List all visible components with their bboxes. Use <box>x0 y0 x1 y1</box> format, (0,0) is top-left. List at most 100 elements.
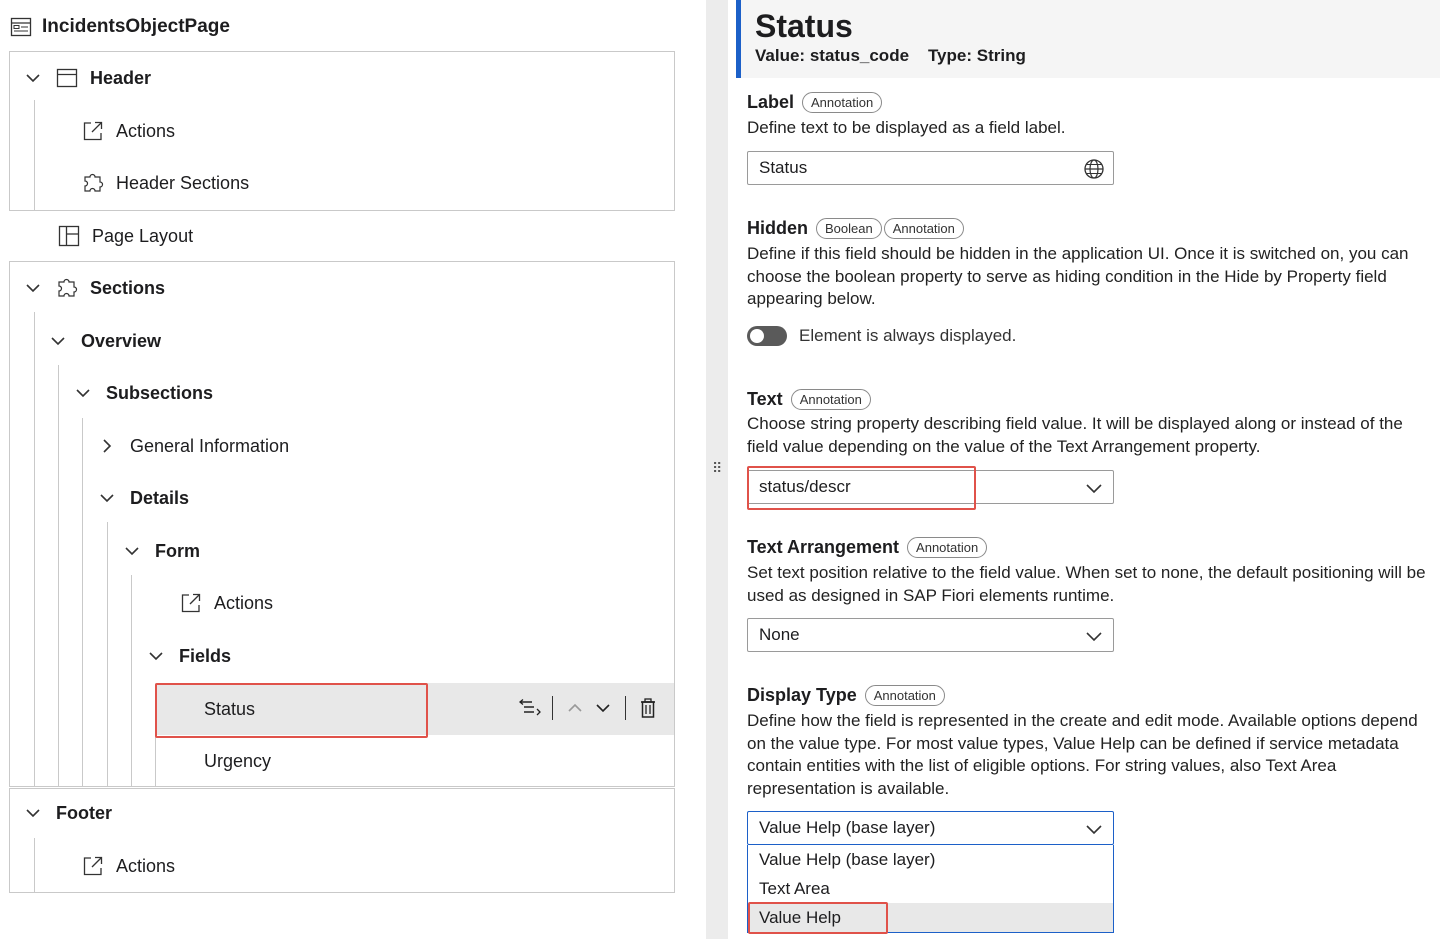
display-type-value: Value Help (base layer) <box>759 818 936 837</box>
tree-node-label: Fields <box>179 645 232 666</box>
tree-node-fields[interactable]: Fields <box>147 631 231 681</box>
hidden-description: Define if this field should be hidden in… <box>747 244 1409 308</box>
chevron-down-icon[interactable] <box>1083 625 1105 647</box>
chevron-down-icon[interactable] <box>1083 818 1105 840</box>
text-arrangement-icon[interactable] <box>516 694 544 722</box>
type-label: Type: <box>927 46 973 65</box>
text-arrangement-description: Set text position relative to the field … <box>747 563 1426 605</box>
tree-node-footer-actions[interactable]: Actions <box>82 841 175 891</box>
label-section-title: Label Annotation <box>747 92 883 113</box>
section-title-text: Text Arrangement <box>747 537 900 557</box>
chevron-down-icon[interactable] <box>24 279 42 297</box>
puzzle-icon <box>84 173 104 192</box>
tree-node-page-layout[interactable]: Page Layout <box>58 211 193 261</box>
tree-node-label: Actions <box>116 120 176 141</box>
tree-node-label: Header Sections <box>116 172 250 193</box>
trash-icon[interactable] <box>634 694 662 722</box>
tree-node-header-actions[interactable]: Actions <box>82 106 175 156</box>
tree-node-sections[interactable]: Sections <box>24 263 165 313</box>
display-type-section-title: Display Type Annotation <box>747 685 945 706</box>
chevron-down-icon[interactable] <box>147 647 165 665</box>
hidden-toggle-label: Element is always displayed. <box>799 326 1017 345</box>
drag-handle-icon[interactable]: ⠿ <box>712 460 722 477</box>
external-link-icon <box>83 856 103 876</box>
annotation-badge: Annotation <box>790 389 871 410</box>
annotation-badge: Annotation <box>864 685 945 706</box>
tree-node-form[interactable]: Form <box>123 526 200 576</box>
external-link-icon <box>83 121 103 141</box>
label-description: Define text to be displayed as a field l… <box>747 118 1066 137</box>
section-title-text: Display Type <box>747 685 857 705</box>
display-type-select[interactable]: Value Help (base layer) <box>747 811 1114 845</box>
toolbar-separator <box>625 696 626 720</box>
boolean-badge: Boolean <box>816 218 882 239</box>
highlight-box <box>747 466 976 510</box>
puzzle-icon <box>58 278 78 297</box>
globe-icon[interactable] <box>1083 158 1105 180</box>
property-panel: Status Value: status_code Type: String L… <box>728 0 1440 939</box>
chevron-down-icon[interactable] <box>24 69 42 87</box>
section-title-text: Hidden <box>747 218 808 238</box>
external-link-icon <box>181 593 201 613</box>
property-meta: Value: status_code Type: String <box>755 46 1026 66</box>
dropdown-option[interactable]: Text Area <box>748 874 1113 903</box>
tree-node-subsections[interactable]: Subsections <box>74 368 213 418</box>
move-down-icon[interactable] <box>589 694 617 722</box>
text-arrangement-section-title: Text Arrangement Annotation <box>747 537 988 558</box>
highlight-box <box>155 683 428 738</box>
row-toolbar <box>516 694 662 722</box>
tree-node-label: Form <box>155 540 200 561</box>
layout-icon <box>58 225 80 247</box>
chevron-down-icon[interactable] <box>49 332 67 350</box>
text-section-title: Text Annotation <box>747 389 871 410</box>
chevron-down-icon[interactable] <box>74 384 92 402</box>
outline-tree-panel: IncidentsObjectPage Header Actions Heade… <box>0 0 690 939</box>
dropdown-option[interactable]: Value Help (base layer) <box>748 845 1113 874</box>
toolbar-separator <box>552 696 553 720</box>
page-title: IncidentsObjectPage <box>10 12 230 42</box>
header-icon <box>56 68 78 88</box>
chevron-down-icon[interactable] <box>1083 477 1105 499</box>
section-title-text: Text <box>747 389 783 409</box>
tree-node-label: Header <box>90 67 152 88</box>
tree-node-header[interactable]: Header <box>24 53 151 103</box>
tree-node-label: Subsections <box>106 382 214 403</box>
tree-node-general-information[interactable]: General Information <box>98 421 289 471</box>
tree-node-label: Details <box>130 487 190 508</box>
tree-node-label: Footer <box>56 802 112 823</box>
chevron-down-icon[interactable] <box>24 804 42 822</box>
chevron-right-icon[interactable] <box>98 437 116 455</box>
tree-node-label: Urgency <box>204 750 272 771</box>
move-up-icon[interactable] <box>561 694 589 722</box>
tree-node-label: Page Layout <box>92 225 194 246</box>
label-input[interactable]: Status <box>747 151 1114 185</box>
page-title-label: IncidentsObjectPage <box>42 16 230 37</box>
tree-node-label: General Information <box>130 435 290 456</box>
value-label: Value: <box>755 46 806 65</box>
tree-node-label: Sections <box>90 277 166 298</box>
tree-node-form-actions[interactable]: Actions <box>180 578 273 628</box>
property-title: Status <box>755 8 853 44</box>
type-text: String <box>976 46 1026 65</box>
tree-node-details[interactable]: Details <box>98 473 189 523</box>
annotation-badge: Annotation <box>802 92 883 113</box>
tree-node-label: Actions <box>214 592 274 613</box>
tree-node-overview[interactable]: Overview <box>49 316 161 366</box>
hidden-section-title: Hidden Boolean Annotation <box>747 218 964 239</box>
display-type-description: Define how the field is represented in t… <box>747 711 1418 798</box>
hidden-toggle[interactable] <box>747 326 787 346</box>
text-arrangement-value: None <box>759 625 800 644</box>
tree-node-label: Overview <box>81 330 162 351</box>
chevron-down-icon[interactable] <box>98 489 116 507</box>
section-title-text: Label <box>747 92 795 112</box>
object-page-icon <box>10 17 32 37</box>
tree-node-urgency[interactable]: Urgency <box>204 736 271 786</box>
tree-node-header-sections[interactable]: Header Sections <box>82 158 249 208</box>
annotation-badge: Annotation <box>883 218 964 239</box>
annotation-badge: Annotation <box>907 537 988 558</box>
label-input-value: Status <box>759 158 808 177</box>
chevron-down-icon[interactable] <box>123 542 141 560</box>
tree-node-label: Actions <box>116 855 176 876</box>
tree-node-footer[interactable]: Footer <box>24 788 112 838</box>
text-arrangement-select[interactable]: None <box>747 618 1114 652</box>
